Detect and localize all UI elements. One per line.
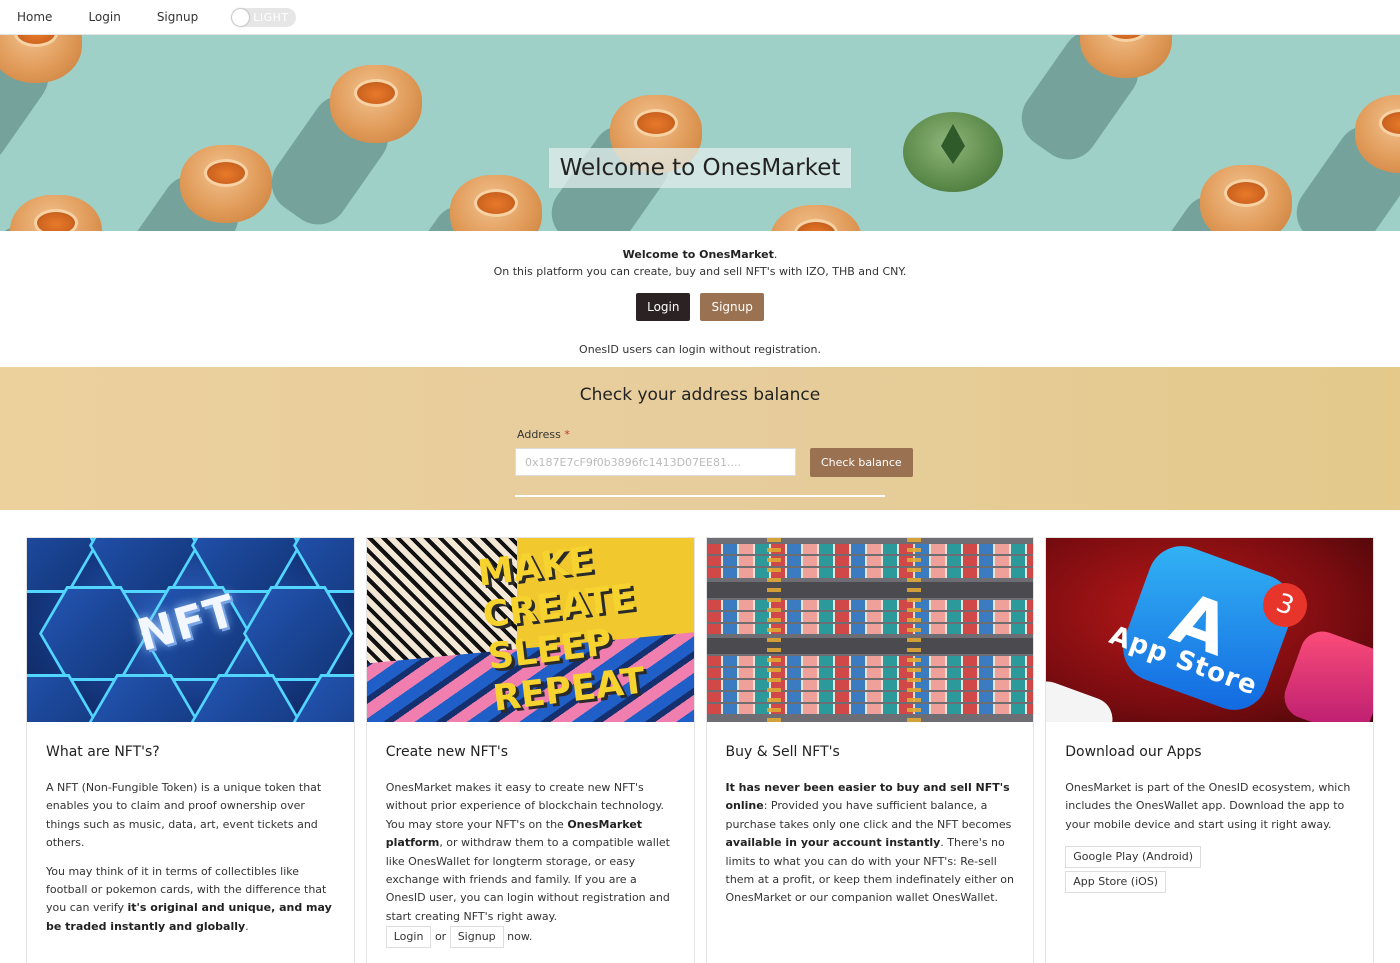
address-label-text: Address [517,428,561,441]
hero-decor [1129,165,1292,231]
toggle-knob [232,8,250,26]
theme-toggle-label: LIGHT [253,10,289,24]
card-paragraph: OnesMarket is part of the OnesID ecosyst… [1065,781,1351,831]
card-what-are-nfts: NFT What are NFT's? A NFT (Non-Fungible … [26,537,355,963]
check-balance-button[interactable]: Check balance [810,448,913,477]
ethereum-coin-icon [903,112,1003,192]
card-body: Buy & Sell NFT's It has never been easie… [707,722,1034,935]
signup-button[interactable]: Signup [700,293,764,321]
or-text: or [434,930,447,944]
card-paragraph: You may think of it in terms of collecti… [46,863,335,937]
hero-title: Welcome to OnesMarket [559,155,841,181]
hero-decor [1284,95,1400,231]
intro-welcome: Welcome to OnesMarket. [0,248,1400,261]
nav-home-link[interactable]: Home [17,10,52,24]
hero-decor [699,205,862,231]
hero-decor [0,35,82,177]
intro-description: On this platform you can create, buy and… [493,265,907,278]
balance-section: Check your address balance Address * Che… [0,367,1400,510]
card-body: Download our Apps OnesMarket is part of … [1046,722,1373,910]
balance-heading: Check your address balance [579,385,821,405]
required-mark: * [564,428,570,441]
now-text: now. [507,930,533,944]
theme-toggle[interactable]: LIGHT [231,7,297,27]
app-download-buttons: Google Play (Android) App Store (iOS) [1065,846,1354,894]
address-input[interactable] [515,448,796,476]
card-paragraph: A NFT (Non-Fungible Token) is a unique t… [46,781,322,850]
nav-login-link[interactable]: Login [88,10,120,24]
google-play-button[interactable]: Google Play (Android) [1065,846,1202,869]
address-label: Address * [517,428,570,441]
hero-banner: Welcome to OnesMarket [0,35,1400,231]
card-title: Buy & Sell NFT's [725,744,840,760]
app-store-image: A 3 App Store [1046,538,1373,722]
card-text-bold: available in your account instantly [725,836,941,850]
card-title: Download our Apps [1065,744,1202,760]
card-body: Create new NFT's OnesMarket makes it eas… [367,722,694,963]
card-paragraph: It has never been easier to buy and sell… [726,779,1015,908]
intro-buttons: Login Signup [0,293,1400,321]
card-create-nfts: MAKE CREATE SLEEP REPEAT Create new NFT'… [365,537,695,963]
card-body: What are NFT's? A NFT (Non-Fungible Toke… [27,722,354,963]
card-paragraph: OnesMarket makes it easy to create new N… [386,779,675,926]
card-title: What are NFT's? [46,744,160,760]
make-create-image-text: MAKE CREATE SLEEP REPEAT [475,538,647,721]
card-cta-row: Login or Signup now. [385,926,675,949]
feature-cards: NFT What are NFT's? A NFT (Non-Fungible … [0,510,1400,963]
balance-divider [515,495,885,497]
card-text: : Provided you have sufficient balance, … [725,799,1012,831]
nav-signup-link[interactable]: Signup [157,10,198,24]
hero-title-box: Welcome to OnesMarket [549,148,851,188]
card-signup-button[interactable]: Signup [449,926,504,949]
card-buy-sell-nfts: Buy & Sell NFT's It has never been easie… [705,537,1035,963]
card-login-button[interactable]: Login [385,926,432,949]
hero-decor [379,175,542,231]
hero-decor [109,145,272,231]
shipping-port-image [706,538,1034,722]
nft-hexagon-image: NFT [27,538,354,722]
onesid-note: OnesID users can login without registrat… [579,343,821,356]
hero-decor [0,195,102,231]
top-nav: Home Login Signup LIGHT [0,0,1400,35]
intro-welcome-rest: . [773,248,778,261]
make-create-image: MAKE CREATE SLEEP REPEAT [366,538,694,722]
intro-section: Welcome to OnesMarket. On this platform … [0,231,1400,367]
card-download-apps: A 3 App Store Download our Apps OnesMark… [1045,537,1374,963]
intro-welcome-bold: Welcome to OnesMarket [622,248,774,261]
login-button[interactable]: Login [636,293,691,321]
app-store-button[interactable]: App Store (iOS) [1065,871,1167,894]
app-store-icon: A [1113,538,1303,720]
card-title: Create new NFT's [385,744,509,760]
card-text: . [245,919,249,933]
hero-decor [259,65,422,231]
hero-decor [1009,35,1172,172]
